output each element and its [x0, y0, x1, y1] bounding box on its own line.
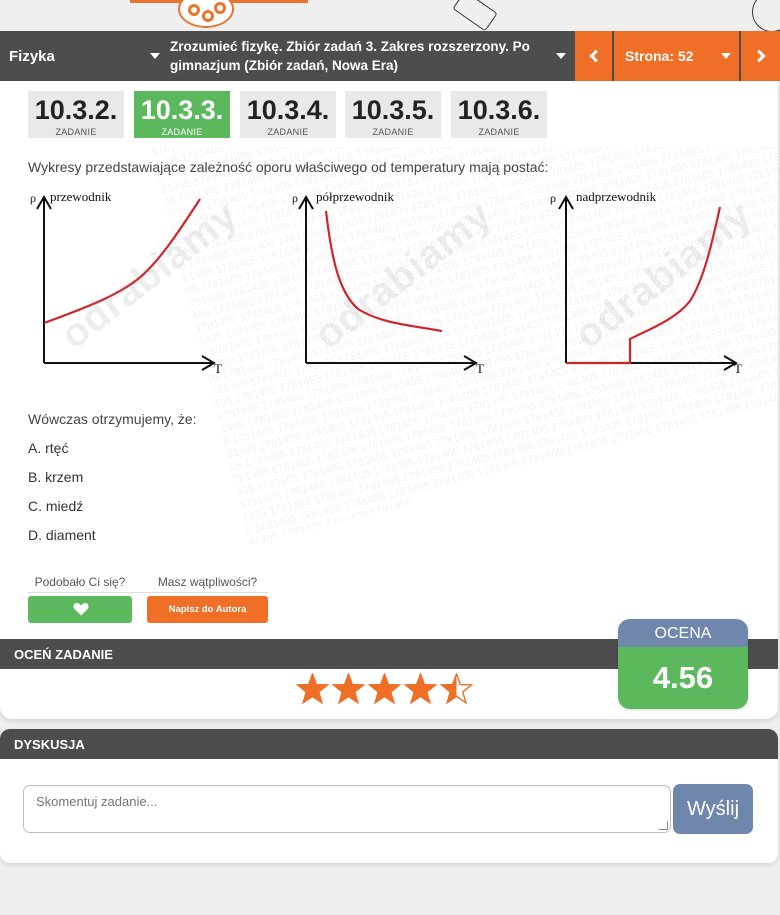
discussion-section: DYSKUSJA Wyślij	[0, 729, 778, 863]
like-question: Podobało Ci się?	[34, 575, 126, 589]
task-tab-label: ZADANIE	[161, 127, 203, 137]
feedback-divider	[28, 592, 268, 593]
discussion-header: DYSKUSJA	[0, 729, 778, 759]
write-to-author-button[interactable]: Napisz do Autora	[147, 596, 268, 623]
task-tab-label: ZADANIE	[55, 127, 97, 137]
brain-icon	[178, 0, 234, 28]
score-label: OCENA	[618, 619, 748, 647]
navigation-bar: Fizyka Zrozumieć fizykę. Zbiór zadań 3. …	[0, 31, 780, 81]
next-page-button[interactable]	[741, 31, 780, 81]
doubt-question: Masz wątpliwości?	[157, 575, 258, 589]
task-tab[interactable]: 10.3.2. ZADANIE	[28, 91, 124, 138]
resize-handle-icon[interactable]	[659, 821, 668, 830]
task-tab-label: ZADANIE	[267, 127, 309, 137]
star-icon[interactable]	[440, 673, 473, 705]
star-icon[interactable]	[332, 673, 365, 705]
book-label: Zrozumieć fizykę. Zbiór zadań 3. Zakres …	[170, 39, 530, 73]
chevron-right-icon	[752, 49, 766, 63]
graph-superconductor: nadprzewodnik ρ T odrabiamy	[540, 183, 778, 403]
subject-select[interactable]: Fizyka	[0, 31, 164, 81]
conclusion-text: Wówczas otrzymujemy, że:	[28, 411, 197, 427]
question-text: Wykresy przedstawiające zależność oporu …	[28, 159, 549, 175]
caret-down-icon	[721, 53, 731, 59]
score-box: OCENA 4.56	[618, 619, 748, 709]
previous-page-button[interactable]	[575, 31, 612, 81]
rate-task-title: OCEŃ ZADANIE	[14, 647, 113, 662]
header-decoration	[0, 0, 780, 31]
score-value: 4.56	[618, 647, 748, 709]
answer-item: C. miedź	[28, 498, 84, 514]
graph-conductor: przewodnik ρ T odrabiamy	[28, 183, 268, 403]
chevron-left-icon	[588, 49, 602, 63]
caret-down-icon	[150, 53, 160, 59]
answer-item: B. krzem	[28, 469, 84, 485]
task-tab[interactable]: 10.3.6. ZADANIE	[451, 91, 547, 138]
page-select[interactable]: Strona: 52	[614, 31, 739, 81]
task-tab[interactable]: 10.3.4. ZADANIE	[240, 91, 336, 138]
page-label: Strona: 52	[625, 48, 694, 64]
task-tab-active[interactable]: 10.3.3. ZADANIE	[134, 91, 230, 138]
solution-content: 1781405 1781405 1781405 1781405 1781405 …	[0, 147, 778, 557]
answer-item: A. rtęć	[28, 440, 69, 456]
task-number: 10.3.4.	[246, 95, 330, 125]
pencil-icon	[452, 0, 498, 31]
heart-icon	[73, 603, 89, 616]
task-tab[interactable]: 10.3.5. ZADANIE	[345, 91, 441, 138]
task-card: 10.3.2. ZADANIE 10.3.3. ZADANIE 10.3.4. …	[0, 81, 778, 719]
decoration-circle-icon	[752, 0, 780, 31]
task-tab-label: ZADANIE	[478, 127, 520, 137]
send-button[interactable]: Wyślij	[673, 784, 753, 834]
task-number: 10.3.5.	[351, 95, 435, 125]
task-number: 10.3.2.	[34, 95, 118, 125]
task-number: 10.3.6.	[457, 95, 541, 125]
graph-semiconductor: półprzewodnik ρ T odrabiamy	[288, 183, 528, 403]
discussion-title: DYSKUSJA	[14, 737, 85, 752]
task-number: 10.3.3.	[140, 95, 224, 125]
like-button[interactable]	[28, 596, 132, 623]
book-select[interactable]: Zrozumieć fizykę. Zbiór zadań 3. Zakres …	[164, 31, 575, 81]
task-tab-label: ZADANIE	[372, 127, 414, 137]
caret-down-icon	[556, 53, 566, 59]
answer-item: D. diament	[28, 527, 96, 543]
subject-label: Fizyka	[9, 48, 55, 65]
star-icon[interactable]	[368, 673, 401, 705]
star-icon[interactable]	[404, 673, 437, 705]
star-icon[interactable]	[296, 673, 329, 705]
comment-input[interactable]	[23, 785, 671, 833]
